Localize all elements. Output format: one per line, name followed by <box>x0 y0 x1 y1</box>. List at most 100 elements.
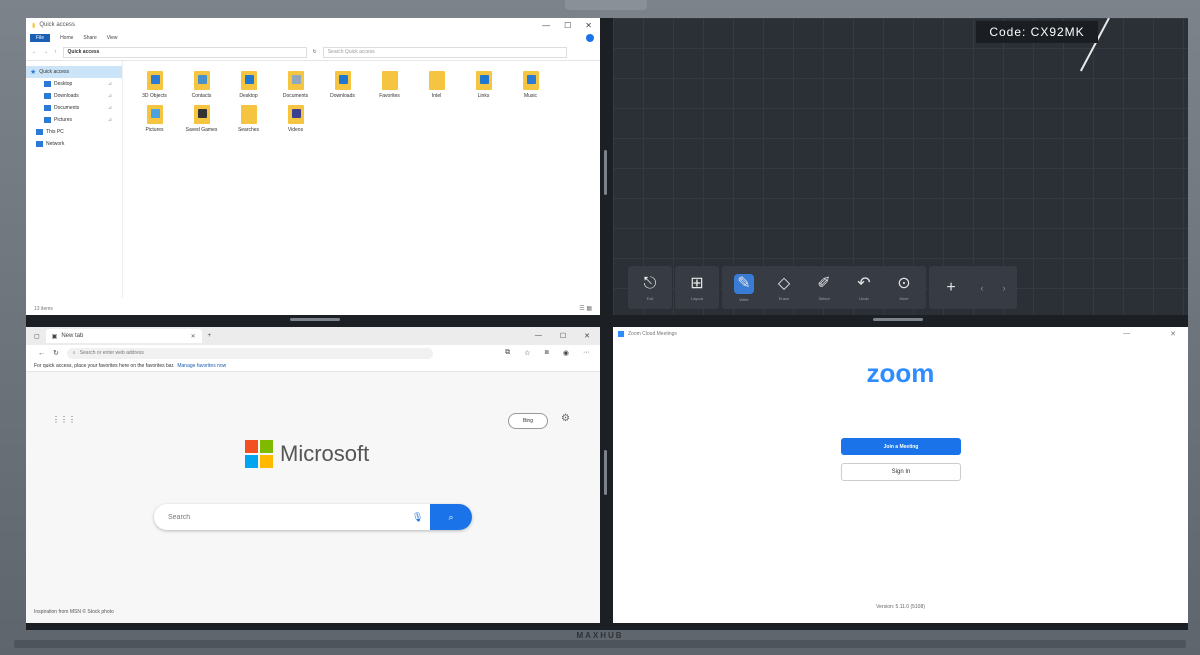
file-label: Links <box>477 93 490 99</box>
minimize-button[interactable]: — <box>1123 330 1130 338</box>
back-arrow-icon[interactable]: ← <box>32 49 37 55</box>
add-tab-button[interactable]: + <box>208 333 212 339</box>
pin-icon: ⊿ <box>107 117 112 123</box>
bing-toggle[interactable]: Bing <box>508 413 548 429</box>
picture-icon <box>44 117 51 123</box>
tool-exit-button[interactable]: ⎋ Exit <box>630 266 670 309</box>
file-item[interactable]: Searches <box>225 105 272 133</box>
prev-page-button[interactable]: ‹ <box>971 266 993 309</box>
file-item[interactable]: Documents <box>272 71 319 99</box>
split-resize-handle[interactable] <box>873 318 923 321</box>
tool-label: Exit <box>646 295 654 301</box>
nav-item[interactable]: Network <box>26 138 122 150</box>
search-placeholder: Search Quick access <box>327 49 375 55</box>
folder-icon: ▮ <box>32 22 36 29</box>
folder-icon <box>428 71 445 90</box>
collections-icon[interactable]: ⧈ <box>544 349 548 357</box>
file-item[interactable]: Music <box>507 71 554 99</box>
explorer-title: Quick access <box>39 22 75 28</box>
nav-item-label: Pictures <box>54 117 73 123</box>
close-button[interactable]: ✕ <box>585 21 592 30</box>
microsoft-wordmark: Microsoft <box>280 441 370 466</box>
file-item[interactable]: Contacts <box>178 71 225 99</box>
nav-item[interactable]: Documents ⊿ <box>26 102 122 114</box>
maximize-button[interactable]: ☐ <box>564 21 571 30</box>
refresh-icon[interactable]: ↻ <box>313 49 317 55</box>
toolbar-group: ⎋ Exit <box>628 266 672 309</box>
split-resize-handle[interactable] <box>604 450 607 495</box>
join-meeting-button[interactable]: Join a Meeting <box>841 438 961 455</box>
toolbar-group: ⊞ Layout <box>675 266 719 309</box>
gear-icon[interactable]: ⚙ <box>561 413 570 424</box>
nav-item[interactable]: Downloads ⊿ <box>26 90 122 102</box>
browser-tab[interactable]: ▣ New tab ✕ <box>45 329 202 343</box>
folder-icon <box>287 105 304 124</box>
tab-actions-icon[interactable]: ▢ <box>34 333 40 340</box>
tool-erase-button[interactable]: ◇ Erase <box>764 266 804 309</box>
help-icon[interactable] <box>586 34 594 42</box>
back-arrow-icon[interactable]: ← <box>38 350 45 357</box>
view-toggle-icon[interactable]: ☰ ▦ <box>579 305 592 312</box>
search-icon: ⌕ <box>448 511 454 522</box>
favorites-icon[interactable]: ☆ <box>524 349 530 357</box>
microphone-icon[interactable]: 🎙 <box>412 512 423 523</box>
favorites-bar-text: For quick access, place your favorites h… <box>34 363 175 369</box>
search-box[interactable]: Search Quick access <box>322 46 567 58</box>
star-icon: ★ <box>30 69 37 76</box>
pin-icon: ⊿ <box>107 81 112 87</box>
file-item[interactable]: Links <box>460 71 507 99</box>
tab-title: New tab <box>61 333 84 339</box>
layout-icon: ⊞ <box>690 274 704 292</box>
close-button[interactable]: ✕ <box>584 332 590 340</box>
extensions-icon[interactable]: ⧉ <box>505 349 510 357</box>
tool-write-button[interactable]: ✎ Write <box>724 266 764 309</box>
address-bar[interactable]: Quick access <box>62 46 307 58</box>
exit-icon: ⎋ <box>643 274 657 292</box>
forward-arrow-icon[interactable]: → <box>43 49 48 55</box>
nav-item[interactable]: ★ Quick access <box>26 66 122 78</box>
refresh-icon[interactable]: ↻ <box>53 349 59 357</box>
search-button[interactable]: ⌕ <box>430 504 472 530</box>
file-label: Intel <box>431 93 442 99</box>
split-resize-handle[interactable] <box>290 318 340 321</box>
manage-favorites-link[interactable]: Manage favorites now <box>177 363 226 369</box>
sign-in-button[interactable]: Sign In <box>841 463 961 481</box>
close-button[interactable]: ✕ <box>1170 330 1176 338</box>
profile-icon[interactable]: ◉ <box>563 349 569 357</box>
apps-grid-icon[interactable]: ⋮⋮⋮ <box>52 415 76 424</box>
file-item[interactable]: Videos <box>272 105 319 133</box>
nav-item[interactable]: Desktop ⊿ <box>26 78 122 90</box>
next-page-button[interactable]: › <box>993 266 1015 309</box>
file-label: Documents <box>282 93 309 99</box>
web-search-input[interactable] <box>166 512 400 522</box>
more-icon[interactable]: ··· <box>583 349 590 357</box>
minimize-button[interactable]: — <box>535 332 542 340</box>
minimize-button[interactable]: — <box>542 21 550 30</box>
file-item[interactable]: Intel <box>413 71 460 99</box>
add-page-button[interactable]: + <box>931 266 971 309</box>
file-item[interactable]: Pictures <box>131 105 178 133</box>
file-item[interactable]: Saved Games <box>178 105 225 133</box>
tool-label: Write <box>739 296 749 302</box>
ribbon-tab-file[interactable]: File <box>30 34 51 42</box>
ribbon-tab-share[interactable]: Share <box>83 35 96 41</box>
favorites-bar: For quick access, place your favorites h… <box>26 361 600 372</box>
file-label: Searches <box>237 127 260 133</box>
maximize-button[interactable]: ☐ <box>560 332 566 340</box>
ribbon-tab-view[interactable]: View <box>107 35 118 41</box>
split-resize-handle[interactable] <box>604 150 607 195</box>
tool-undo-button[interactable]: ↶ Undo <box>844 266 884 309</box>
tool-more-button[interactable]: ⊙ More <box>884 266 924 309</box>
close-tab-icon[interactable]: ✕ <box>191 333 196 340</box>
ribbon-tab-home[interactable]: Home <box>60 35 73 41</box>
up-arrow-icon[interactable]: ↑ <box>54 49 57 55</box>
tool-select-button[interactable]: ✐ Select <box>804 266 844 309</box>
file-item[interactable]: Downloads <box>319 71 366 99</box>
nav-item[interactable]: This PC <box>26 126 122 138</box>
file-item[interactable]: 3D Objects <box>131 71 178 99</box>
file-item[interactable]: Favorites <box>366 71 413 99</box>
tool-layout-button[interactable]: ⊞ Layout <box>677 266 717 309</box>
nav-item[interactable]: Pictures ⊿ <box>26 114 122 126</box>
file-item[interactable]: Desktop <box>225 71 272 99</box>
address-bar[interactable]: ⌕ Search or enter web address <box>66 347 433 359</box>
